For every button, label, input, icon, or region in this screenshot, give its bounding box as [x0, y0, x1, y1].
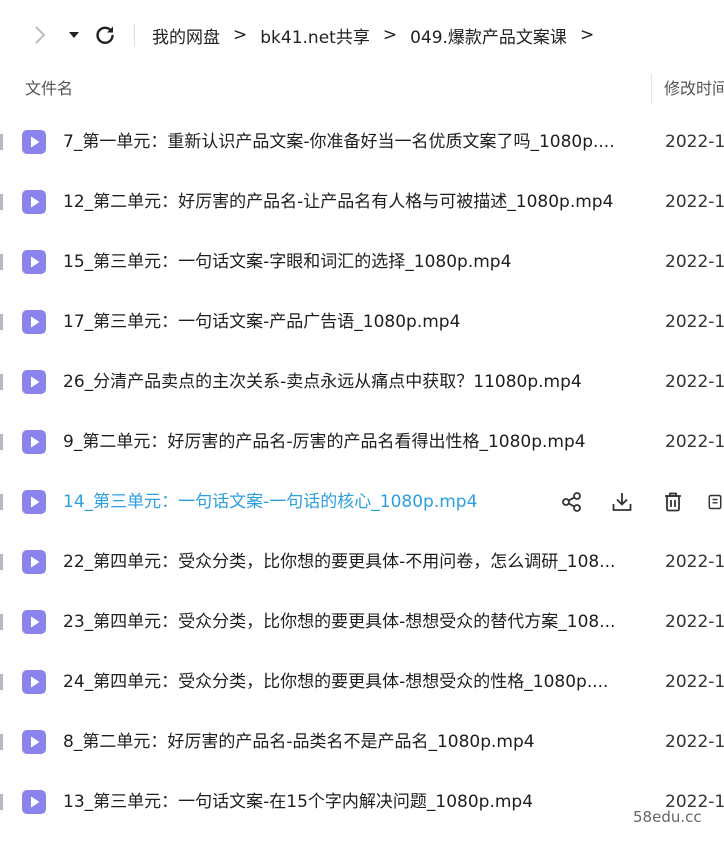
row-checkbox-edge[interactable] — [0, 374, 3, 390]
row-checkbox-edge[interactable] — [0, 254, 3, 270]
file-row[interactable]: 13_第三单元：一句话文案-在15个字内解决问题_1080p.mp4 2022-… — [0, 772, 724, 832]
file-row[interactable]: 23_第四单元：受众分类，比你想的要更具体-想想受众的替代方案_108... 2… — [0, 592, 724, 652]
delete-button[interactable] — [660, 489, 686, 515]
file-name[interactable]: 9_第二单元：好厉害的产品名-厉害的产品名看得出性格_1080p.mp4 — [63, 412, 586, 472]
file-name[interactable]: 8_第二单元：好厉害的产品名-品类名不是产品名_1080p.mp4 — [63, 712, 535, 772]
column-header-modified[interactable]: 修改时间 — [664, 70, 724, 108]
column-divider[interactable] — [651, 74, 652, 104]
file-modified-time: 2022-1 — [665, 672, 724, 692]
file-row[interactable]: 17_第三单元：一句话文案-产品广告语_1080p.mp4 2022-1 — [0, 292, 724, 352]
video-file-icon — [22, 190, 46, 214]
file-name[interactable]: 24_第四单元：受众分类，比你想的要更具体-想想受众的性格_1080p.... — [63, 652, 608, 712]
row-checkbox-edge[interactable] — [0, 794, 3, 810]
refresh-icon — [96, 26, 114, 44]
breadcrumb-separator: > — [382, 25, 398, 45]
file-name[interactable]: 13_第三单元：一句话文案-在15个字内解决问题_1080p.mp4 — [63, 772, 533, 832]
more-button[interactable] — [706, 489, 724, 515]
file-list-header: 文件名 修改时间 — [0, 70, 724, 108]
file-modified-time: 2022-1 — [665, 552, 724, 572]
file-row[interactable]: 8_第二单元：好厉害的产品名-品类名不是产品名_1080p.mp4 2022-1 — [0, 712, 724, 772]
file-name[interactable]: 7_第一单元：重新认识产品文案-你准备好当一名优质文案了吗_1080p.... — [63, 112, 615, 172]
video-file-icon — [22, 790, 46, 814]
file-name[interactable]: 23_第四单元：受众分类，比你想的要更具体-想想受众的替代方案_108... — [63, 592, 615, 652]
file-modified-time: 2022-1 — [665, 732, 724, 752]
forward-button[interactable] — [28, 22, 52, 48]
top-nav-bar: 我的网盘 > bk41.net共享 > 049.爆款产品文案课 > — [0, 0, 724, 70]
video-file-icon — [22, 130, 46, 154]
file-name[interactable]: 15_第三单元：一句话文案-字眼和词汇的选择_1080p.mp4 — [63, 232, 511, 292]
breadcrumb: 我的网盘 > bk41.net共享 > 049.爆款产品文案课 > — [152, 22, 607, 48]
row-checkbox-edge[interactable] — [0, 434, 3, 450]
file-row[interactable]: 22_第四单元：受众分类，比你想的要更具体-不用问卷，怎么调研_108... 2… — [0, 532, 724, 592]
caret-down-icon — [69, 32, 79, 38]
video-file-icon — [22, 370, 46, 394]
history-dropdown-button[interactable] — [64, 22, 84, 48]
more-icon — [708, 494, 722, 510]
breadcrumb-item-share[interactable]: bk41.net共享 — [260, 23, 370, 48]
row-checkbox-edge[interactable] — [0, 194, 3, 210]
file-name[interactable]: 12_第二单元：好厉害的产品名-让产品名有人格与可被描述_1080p.mp4 — [63, 172, 613, 232]
file-row[interactable]: 24_第四单元：受众分类，比你想的要更具体-想想受众的性格_1080p.... … — [0, 652, 724, 712]
file-row[interactable]: 7_第一单元：重新认识产品文案-你准备好当一名优质文案了吗_1080p.... … — [0, 112, 724, 172]
file-modified-time: 2022-1 — [665, 252, 724, 272]
video-file-icon — [22, 670, 46, 694]
share-button[interactable] — [559, 489, 585, 515]
breadcrumb-separator[interactable]: > — [580, 25, 594, 45]
video-file-icon — [22, 310, 46, 334]
breadcrumb-separator: > — [233, 25, 248, 45]
file-modified-time: 2022-1 — [665, 312, 724, 332]
row-checkbox-edge[interactable] — [0, 314, 3, 330]
file-name[interactable]: 14_第三单元：一句话文案-一句话的核心_1080p.mp4 — [63, 472, 477, 532]
video-file-icon — [22, 610, 46, 634]
row-checkbox-edge[interactable] — [0, 554, 3, 570]
column-header-name[interactable]: 文件名 — [25, 70, 73, 108]
row-checkbox-edge[interactable] — [0, 734, 3, 750]
row-checkbox-edge[interactable] — [0, 494, 3, 510]
video-file-icon — [22, 550, 46, 574]
row-checkbox-edge[interactable] — [0, 674, 3, 690]
download-icon — [612, 493, 632, 511]
delete-icon — [665, 492, 681, 512]
share-icon — [562, 492, 581, 512]
row-checkbox-edge[interactable] — [0, 134, 3, 150]
breadcrumb-item-root[interactable]: 我的网盘 — [152, 23, 220, 48]
file-modified-time: 2022-1 — [665, 432, 724, 452]
file-modified-time: 2022-1 — [665, 372, 724, 392]
watermark-text: 58edu.cc — [633, 808, 702, 826]
file-row[interactable]: 9_第二单元：好厉害的产品名-厉害的产品名看得出性格_1080p.mp4 202… — [0, 412, 724, 472]
download-button[interactable] — [609, 489, 635, 515]
file-modified-time: 2022-1 — [665, 192, 724, 212]
breadcrumb-item-current[interactable]: 049.爆款产品文案课 — [410, 23, 567, 48]
file-row[interactable]: 26_分清产品卖点的主次关系-卖点永远从痛点中获取？11080p.mp4 202… — [0, 352, 724, 412]
toolbar-divider — [134, 24, 135, 46]
file-row-hovered[interactable]: 14_第三单元：一句话文案-一句话的核心_1080p.mp4 — [0, 472, 724, 532]
chevron-right-icon — [35, 26, 46, 44]
video-file-icon — [22, 490, 46, 514]
row-checkbox-edge[interactable] — [0, 614, 3, 630]
video-file-icon — [22, 430, 46, 454]
video-file-icon — [22, 730, 46, 754]
file-modified-time: 2022-1 — [665, 132, 724, 152]
file-name[interactable]: 22_第四单元：受众分类，比你想的要更具体-不用问卷，怎么调研_108... — [63, 532, 615, 592]
video-file-icon — [22, 250, 46, 274]
file-row[interactable]: 12_第二单元：好厉害的产品名-让产品名有人格与可被描述_1080p.mp4 2… — [0, 172, 724, 232]
file-modified-time: 2022-1 — [665, 612, 724, 632]
file-row[interactable]: 15_第三单元：一句话文案-字眼和词汇的选择_1080p.mp4 2022-1 — [0, 232, 724, 292]
file-name[interactable]: 17_第三单元：一句话文案-产品广告语_1080p.mp4 — [63, 292, 460, 352]
refresh-button[interactable] — [92, 22, 118, 48]
file-name[interactable]: 26_分清产品卖点的主次关系-卖点永远从痛点中获取？11080p.mp4 — [63, 352, 582, 412]
